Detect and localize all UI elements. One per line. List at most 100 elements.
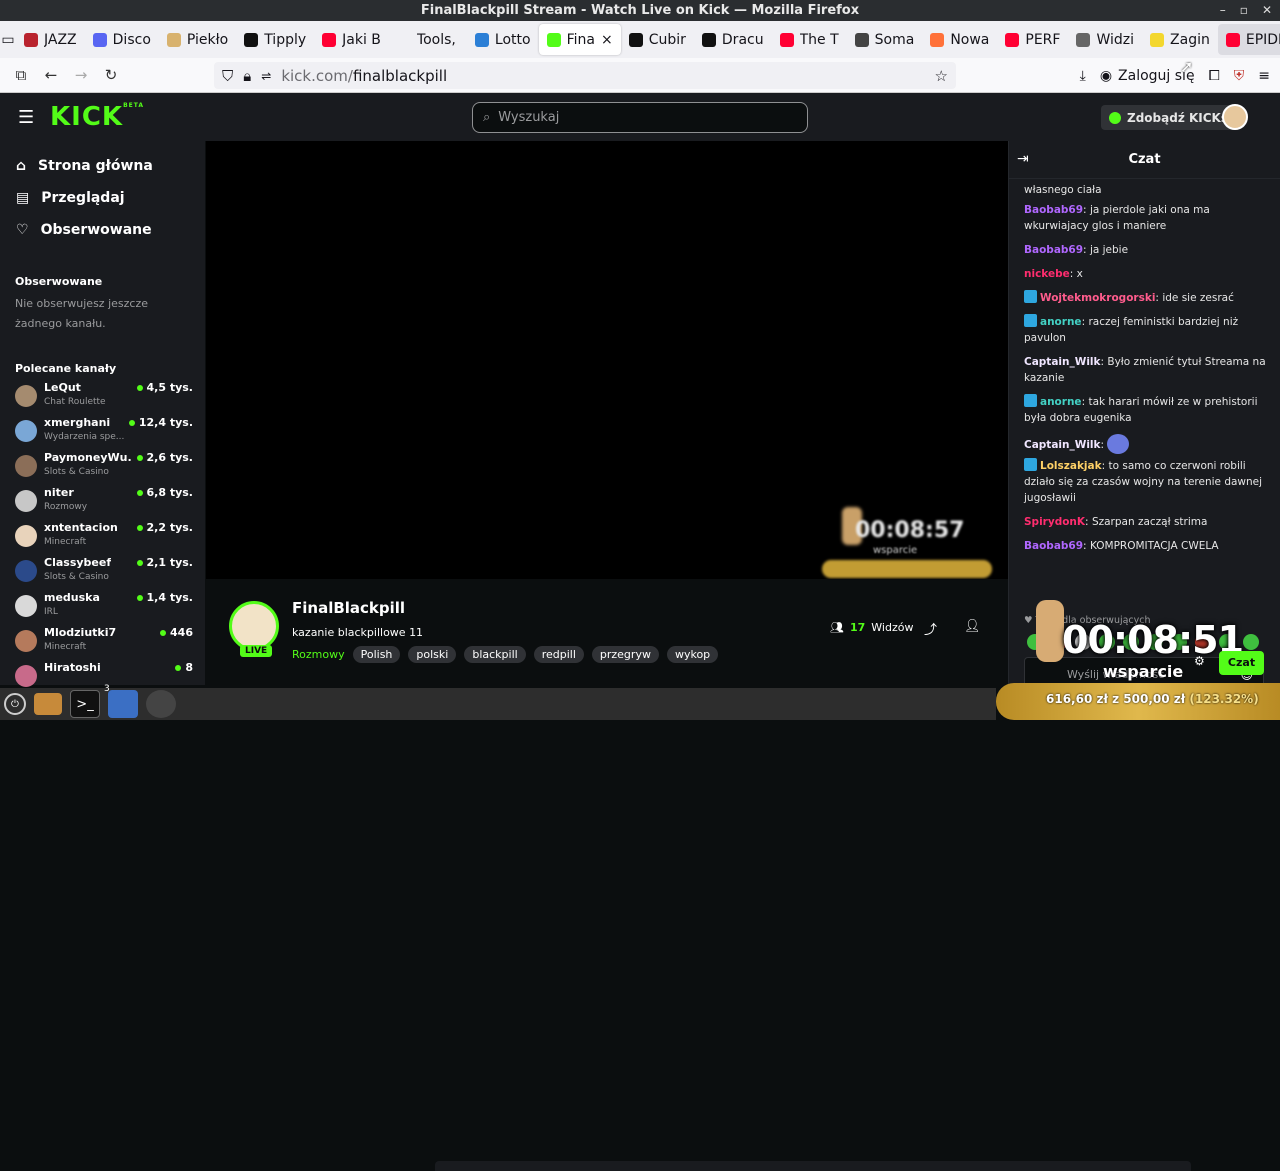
tag-blackpill[interactable]: blackpill <box>464 646 526 663</box>
chat-username[interactable]: Baobab69 <box>1024 204 1083 216</box>
chat-username[interactable]: anorne <box>1040 396 1082 408</box>
tag-polski[interactable]: polski <box>408 646 457 663</box>
get-kicks-button[interactable]: Zdobądź KICKs <box>1101 105 1236 130</box>
url-bar[interactable]: ⛉ 🔒︎ ⇌ kick.com/finalblackpill ☆ <box>214 62 956 89</box>
recommended-channel[interactable]: Classybeef Slots & Casino 2,1 tys. <box>15 556 193 588</box>
extensions-icon[interactable]: ⧠ <box>1209 68 1220 84</box>
firefox-icon[interactable]: 3 <box>104 684 138 718</box>
tab-favicon-icon <box>396 32 411 47</box>
sidebar-item-browse[interactable]: ▤ Przeglądaj <box>16 190 125 206</box>
permissions-icon[interactable]: ⇌ <box>261 69 271 83</box>
lock-icon[interactable]: 🔒︎ <box>243 67 251 85</box>
tab-favicon-icon <box>854 32 869 47</box>
channel-viewers: 8 <box>175 661 193 674</box>
back-button[interactable]: ← <box>36 66 66 84</box>
tag-polish[interactable]: Polish <box>352 646 401 663</box>
live-dot-icon <box>128 419 135 426</box>
tab-14[interactable]: Widzi <box>1068 21 1142 58</box>
sidebar-item-following[interactable]: ♡ Obserwowane <box>16 222 152 238</box>
live-dot-icon <box>175 664 182 671</box>
hamburger-menu-icon[interactable]: ☰ <box>18 107 34 128</box>
user-avatar[interactable] <box>1222 104 1248 130</box>
channel-viewers: 2,1 tys. <box>136 556 193 569</box>
close-tab-icon[interactable]: × <box>601 32 613 48</box>
forward-button[interactable]: → <box>66 66 96 84</box>
tab-11[interactable]: Soma <box>847 21 923 58</box>
chat-username[interactable]: Captain_Wilk <box>1024 439 1101 451</box>
tab-12[interactable]: Nowa <box>922 21 997 58</box>
chat-username[interactable]: anorne <box>1040 316 1082 328</box>
tab-label: JAZZ <box>44 31 77 48</box>
tag-przegryw[interactable]: przegryw <box>591 646 659 663</box>
chat-username[interactable]: Lolszakjak <box>1040 460 1102 472</box>
streamer-avatar[interactable] <box>229 601 279 651</box>
chat-message: Lolszakjak: to samo co czerwoni robili d… <box>1024 458 1263 504</box>
recommended-channel[interactable]: xntentacion Minecraft 2,2 tys. <box>15 521 193 553</box>
chat-username[interactable]: SpirydonK <box>1024 516 1085 528</box>
recommended-channel[interactable]: Mlodziutki7 Minecraft 446 <box>15 626 193 658</box>
tab-9[interactable]: Dracu <box>694 21 772 58</box>
channel-avatar <box>15 420 37 442</box>
recommended-channel[interactable]: niter Rozmowy 6,8 tys. <box>15 486 193 518</box>
chat-username[interactable]: nickebe <box>1024 268 1070 280</box>
tab-favicon-icon <box>628 32 643 47</box>
bookmark-star-icon[interactable]: ☆ <box>935 67 948 85</box>
tab-13[interactable]: PERF <box>997 21 1068 58</box>
tag-redpill[interactable]: redpill <box>533 646 584 663</box>
follow-icon[interactable]: 👤︎ <box>964 619 981 634</box>
tab-0[interactable]: JAZZ <box>16 21 85 58</box>
channel-avatar <box>15 665 37 687</box>
tab-overview-button[interactable]: ▭ <box>0 21 16 58</box>
terminal-icon[interactable]: >_ <box>70 690 100 718</box>
chat-username[interactable]: Baobab69 <box>1024 244 1083 256</box>
share-icon[interactable]: ⤴ <box>924 619 937 638</box>
obs-icon[interactable] <box>146 690 176 718</box>
tab-favicon-icon <box>92 32 107 47</box>
chat-username[interactable]: Captain_Wilk <box>1024 356 1101 368</box>
tab-4[interactable]: Jaki B <box>314 21 389 58</box>
tab-3[interactable]: Tipply <box>236 21 314 58</box>
player-overlay-timer: 00:08:57 <box>855 518 965 543</box>
chat-message: Baobab69: ja jebie <box>1024 244 1129 256</box>
emote-icon[interactable] <box>1243 634 1259 650</box>
menu-icon[interactable]: ≡ <box>1258 68 1270 84</box>
downloads-icon[interactable]: ⤓ <box>1080 68 1086 84</box>
recommended-channel[interactable]: xmerghani Wydarzenia spe... 12,4 tys. <box>15 416 193 448</box>
chat-username[interactable]: Baobab69 <box>1024 540 1083 552</box>
tab-8[interactable]: Cubir <box>621 21 694 58</box>
chat-settings-gear-icon[interactable]: ⚙ <box>1194 654 1205 668</box>
sidebar-toggle-icon[interactable]: ⧉ <box>6 66 36 84</box>
tab-10[interactable]: The T <box>772 21 847 58</box>
recommended-channel[interactable]: PaymoneyWu... Slots & Casino 2,6 tys. <box>15 451 193 483</box>
tab-16[interactable]: EPIDE <box>1217 24 1280 55</box>
recommended-channel[interactable]: LeQut Chat Roulette 4,5 tys. <box>15 381 193 413</box>
close-window-button[interactable]: ✕ <box>1262 0 1272 21</box>
stream-category-link[interactable]: Rozmowy <box>292 648 345 661</box>
maximize-button[interactable]: ▫ <box>1240 0 1248 21</box>
chat-username[interactable]: Wojtekmokrogorski <box>1040 292 1155 304</box>
recommended-channel[interactable]: meduska IRL 1,4 tys. <box>15 591 193 623</box>
reload-button[interactable]: ↻ <box>96 66 126 84</box>
tag-wykop[interactable]: wykop <box>666 646 719 663</box>
minimize-button[interactable]: – <box>1220 0 1226 21</box>
tab-1[interactable]: Disco <box>85 21 159 58</box>
streamer-name[interactable]: FinalBlackpill <box>292 599 405 617</box>
send-chat-button[interactable]: Czat <box>1219 651 1264 675</box>
tab-7[interactable]: Fina × <box>538 24 621 55</box>
channel-avatar <box>15 385 37 407</box>
channel-viewers: 2,6 tys. <box>136 451 193 464</box>
file-manager-icon[interactable] <box>34 693 62 715</box>
ublock-icon[interactable]: ⛨ <box>1234 68 1245 84</box>
sidebar-item-home[interactable]: ⌂ Strona główna <box>16 158 153 174</box>
tab-2[interactable]: Piekło <box>159 21 236 58</box>
tab-5[interactable]: Tools, R <box>389 21 467 58</box>
start-menu-icon[interactable]: ⏻ <box>4 693 26 715</box>
shield-icon[interactable]: ⛉ <box>222 67 233 85</box>
video-player[interactable] <box>206 141 1008 579</box>
search-input[interactable]: ⌕ Wyszukaj <box>472 102 808 133</box>
tab-6[interactable]: Lotto <box>467 21 539 58</box>
tab-15[interactable]: Zagin <box>1142 21 1218 58</box>
kick-logo[interactable]: KICKBETA <box>50 102 144 132</box>
channel-name: Hiratoshi <box>44 661 101 674</box>
channel-name: Mlodziutki7 <box>44 626 117 639</box>
